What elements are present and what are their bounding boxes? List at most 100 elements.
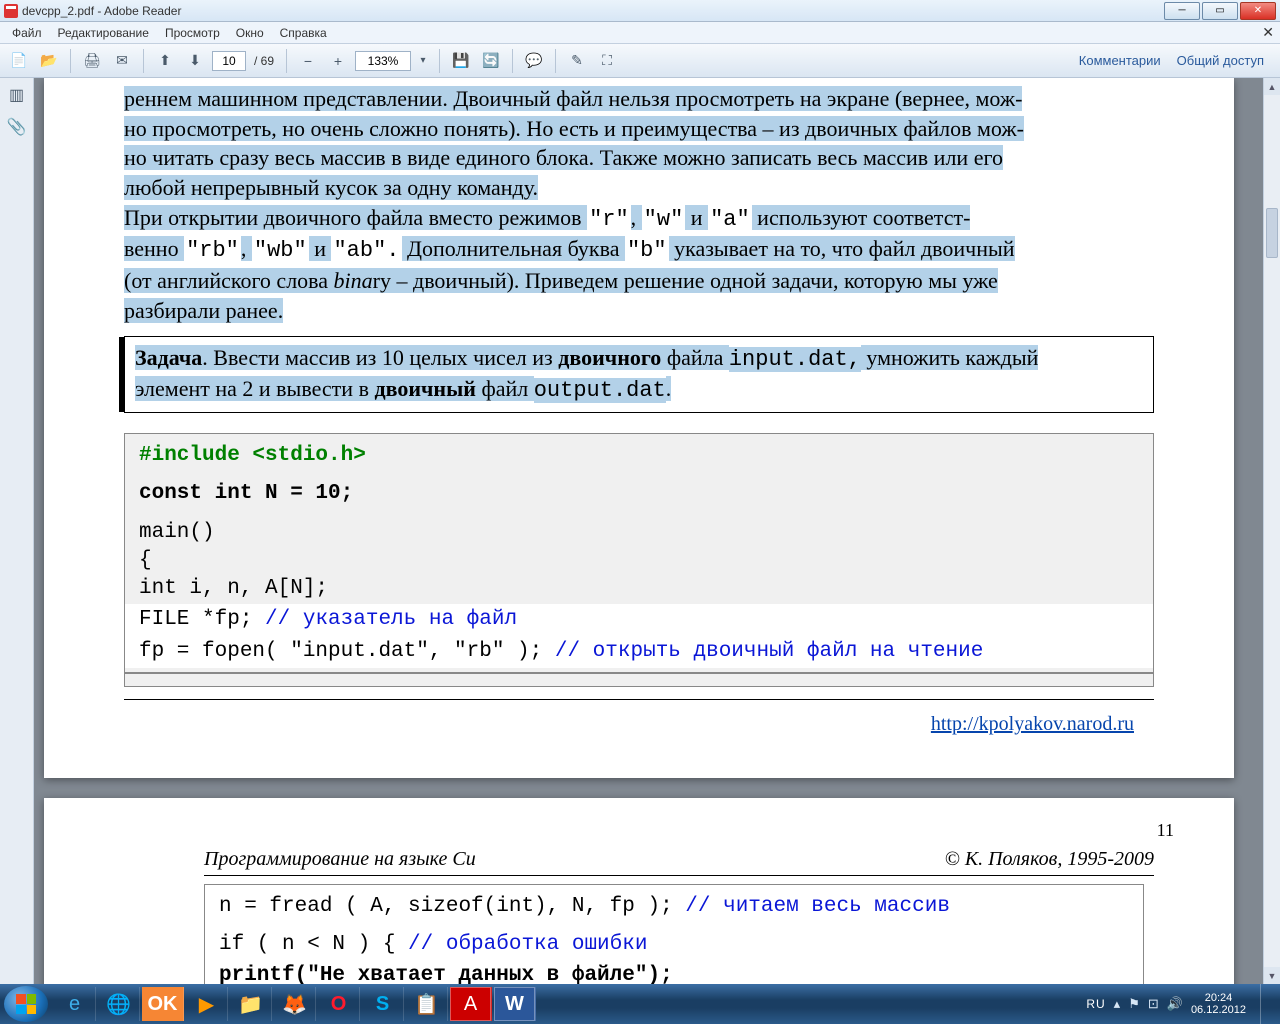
code-literal: "ab". — [331, 238, 401, 263]
text-line: , — [631, 205, 642, 230]
side-panel: ▥ 📎 — [0, 78, 34, 984]
text-bold: двоичного — [558, 345, 661, 370]
text-line: но просмотреть, но очень сложно понять).… — [124, 116, 1024, 141]
sign-icon[interactable]: ✎ — [564, 48, 590, 74]
taskbar-ie-icon[interactable]: e — [54, 987, 96, 1021]
tray-up-icon[interactable]: ▴ — [1114, 996, 1121, 1012]
code-line: FILE *fp; — [139, 608, 265, 631]
export-pdf-icon[interactable]: 📄 — [6, 48, 32, 74]
text-line: При открытии двоичного файла вместо режи… — [124, 205, 587, 230]
zoom-in-icon[interactable]: + — [325, 48, 351, 74]
tool-convert-icon[interactable]: 🔄 — [478, 48, 504, 74]
code-filename: input.dat, — [729, 347, 861, 372]
page-total-label: / 69 — [250, 54, 278, 68]
menubar: Файл Редактирование Просмотр Окно Справк… — [0, 22, 1280, 44]
footer-link[interactable]: http://kpolyakov.narod.ru — [931, 713, 1134, 736]
code-line: { — [139, 549, 152, 572]
code-line: int i, n, A[N]; — [139, 577, 328, 600]
taskbar-mediaplayer-icon[interactable]: ▶ — [186, 987, 228, 1021]
attachments-icon[interactable]: 📎 — [6, 116, 28, 138]
email-icon[interactable]: ✉ — [109, 48, 135, 74]
app-icon — [4, 4, 18, 18]
page-down-icon[interactable]: ⬇ — [182, 48, 208, 74]
code-line: if ( n < N ) { — [219, 933, 408, 956]
text-line: но читать сразу весь массив в виде едино… — [124, 145, 1003, 170]
minimize-button[interactable]: ─ — [1164, 2, 1200, 20]
close-button[interactable]: ✕ — [1240, 2, 1276, 20]
start-button[interactable] — [4, 986, 48, 1022]
comment-icon[interactable]: 💬 — [521, 48, 547, 74]
taskbar-adobe-reader-icon[interactable]: A — [450, 987, 492, 1021]
text-line: разбирали ранее. — [124, 298, 283, 323]
zoom-dropdown-icon[interactable]: ▾ — [415, 48, 431, 74]
taskbar-word-icon[interactable]: W — [494, 987, 536, 1021]
text-line: и — [685, 205, 708, 230]
tray-clock[interactable]: 20:24 06.12.2012 — [1191, 992, 1246, 1016]
header-right: © К. Поляков, 1995-2009 — [945, 848, 1154, 871]
maximize-button[interactable]: ▭ — [1202, 2, 1238, 20]
code-literal: "a" — [708, 207, 752, 232]
text-line: ry – двоичный). Приведем решение одной з… — [373, 268, 998, 293]
taskbar-notes-icon[interactable]: 📋 — [406, 987, 448, 1021]
taskbar-explorer-icon[interactable]: 📁 — [230, 987, 272, 1021]
share-panel-button[interactable]: Общий доступ — [1177, 53, 1264, 68]
code-line: #include <stdio.h> — [139, 444, 366, 467]
taskbar-ok-icon[interactable]: OK — [142, 987, 184, 1021]
comments-panel-button[interactable]: Комментарии — [1079, 53, 1161, 68]
text-line: венно — [124, 236, 184, 261]
zoom-out-icon[interactable]: − — [295, 48, 321, 74]
page-up-icon[interactable]: ⬆ — [152, 48, 178, 74]
code-line: printf("Не хватает данных в файле"); — [219, 964, 673, 984]
menu-help[interactable]: Справка — [272, 24, 335, 42]
text-line: реннем машинном представлении. Двоичный … — [124, 86, 1022, 111]
footer-rule — [124, 699, 1154, 700]
scroll-up-icon[interactable]: ▲ — [1264, 78, 1280, 95]
window-titlebar: devcpp_2.pdf - Adobe Reader ─ ▭ ✕ — [0, 0, 1280, 22]
header-left: Программирование на языке Си — [204, 848, 476, 871]
menu-file[interactable]: Файл — [4, 24, 50, 42]
scroll-thumb[interactable] — [1266, 208, 1278, 258]
code-comment: // открыть двоичный файл на чтение — [555, 640, 983, 663]
code-literal: "w" — [642, 207, 686, 232]
taskbar-skype-icon[interactable]: S — [362, 987, 404, 1021]
text-line: файла — [661, 345, 729, 370]
show-desktop-button[interactable] — [1260, 984, 1270, 1024]
code-line: main() — [139, 521, 215, 544]
toolbar: 📄 📂 🖨 ✉ ⬆ ⬇ / 69 − + ▾ 💾 🔄 💬 ✎ ⛶ Коммент… — [0, 44, 1280, 78]
text-line: , — [241, 236, 252, 261]
fullscreen-icon[interactable]: ⛶ — [594, 48, 620, 74]
print-icon[interactable]: 🖨 — [79, 48, 105, 74]
text-bold: двоичный — [374, 376, 475, 401]
code-line: const int N = 10; — [139, 482, 353, 505]
document-viewport[interactable]: реннем машинном представлении. Двоичный … — [34, 78, 1280, 984]
text-line: элемент на 2 и вывести в — [135, 376, 374, 401]
menu-window[interactable]: Окно — [228, 24, 272, 42]
taskbar-firefox-icon[interactable]: 🦊 — [274, 987, 316, 1021]
taskbar-chrome-icon[interactable]: 🌐 — [98, 987, 140, 1021]
scroll-down-icon[interactable]: ▼ — [1264, 967, 1280, 984]
page-number-input[interactable] — [212, 51, 246, 71]
code-comment: // обработка ошибки — [408, 933, 647, 956]
code-line: fp = fopen( "input.dat", "rb" ); — [139, 640, 555, 663]
text-line: любой непрерывный кусок за одну команду. — [124, 175, 538, 200]
tray-network-icon[interactable]: ⊡ — [1148, 996, 1159, 1012]
tray-flag-icon[interactable]: ⚑ — [1128, 996, 1140, 1012]
language-indicator[interactable]: RU — [1086, 997, 1105, 1011]
text-line: Дополнительная буква — [402, 236, 625, 261]
window-controls: ─ ▭ ✕ — [1164, 2, 1276, 20]
open-icon[interactable]: 📂 — [36, 48, 62, 74]
zoom-input[interactable] — [355, 51, 411, 71]
taskbar-opera-icon[interactable]: O — [318, 987, 360, 1021]
code-literal: "wb" — [252, 238, 309, 263]
tray-volume-icon[interactable]: 🔊 — [1167, 996, 1183, 1012]
task-label: Задача — [135, 345, 202, 370]
thumbnails-icon[interactable]: ▥ — [6, 84, 28, 106]
code-filename: output.dat — [534, 378, 666, 403]
menu-view[interactable]: Просмотр — [157, 24, 228, 42]
code-block: #include <stdio.h> const int N = 10; mai… — [124, 433, 1154, 687]
tool-save-icon[interactable]: 💾 — [448, 48, 474, 74]
document-close-icon[interactable]: ✕ — [1262, 24, 1274, 41]
vertical-scrollbar[interactable]: ▲ ▼ — [1263, 78, 1280, 984]
menu-edit[interactable]: Редактирование — [50, 24, 157, 42]
code-comment: // указатель на файл — [265, 608, 517, 631]
